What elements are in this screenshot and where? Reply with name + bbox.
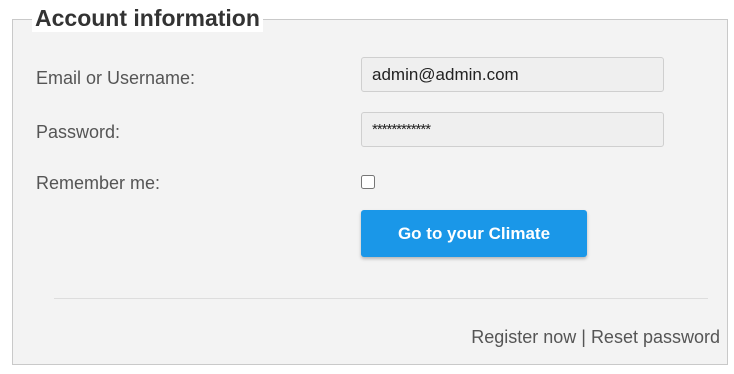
email-label: Email or Username:	[36, 68, 196, 88]
email-input[interactable]	[361, 57, 664, 92]
go-to-climate-button[interactable]: Go to your Climate	[361, 210, 587, 257]
password-input[interactable]	[361, 112, 664, 147]
footer-links: Register now | Reset password	[471, 327, 720, 348]
reset-password-link[interactable]: Reset password	[591, 327, 720, 347]
link-separator: |	[581, 327, 586, 347]
password-label: Password:	[36, 122, 121, 142]
register-now-link[interactable]: Register now	[471, 327, 576, 347]
panel-legend: Account information	[32, 4, 263, 32]
remember-me-checkbox[interactable]	[361, 175, 375, 189]
remember-me-label: Remember me:	[36, 173, 161, 193]
divider	[54, 298, 708, 299]
